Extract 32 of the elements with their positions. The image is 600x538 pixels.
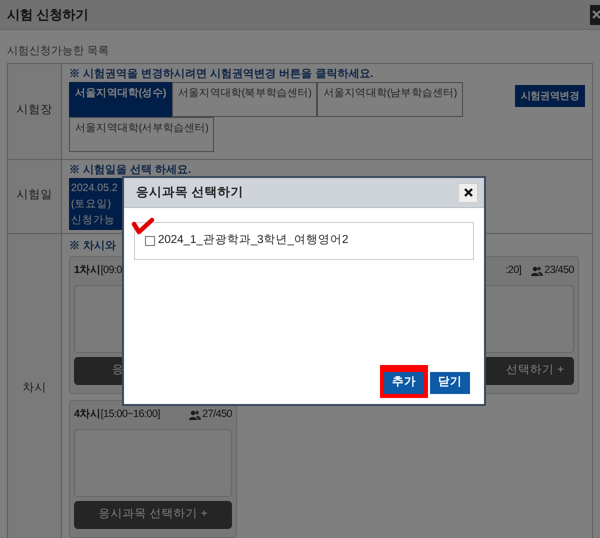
- session-time: :20]: [505, 263, 522, 278]
- button-label: 응: [112, 363, 124, 378]
- dialog-button[interactable]: 추가: [384, 372, 424, 394]
- window-title: 시험 신청하기: [7, 6, 89, 24]
- row-label: 시험장: [8, 64, 62, 158]
- dialog-button[interactable]: 닫기: [430, 372, 470, 394]
- row-label: 차시: [8, 234, 62, 538]
- seat-count: 23/450: [544, 263, 574, 278]
- date-option[interactable]: 2024.05.2 (토요일) 신청가능: [69, 178, 123, 230]
- notice-text: ※ 차시와: [69, 238, 116, 254]
- venue-option[interactable]: 서울지역대학(서부학습센터): [69, 117, 214, 152]
- close-icon[interactable]: [590, 4, 600, 24]
- notice-text: ※ 시험권역을 변경하시려면 시험권역변경 버튼을 클릭하세요.: [69, 66, 374, 82]
- row-label: 시험일: [8, 160, 62, 232]
- dialog-title: 응시과목 선택하기: [136, 184, 244, 202]
- users-icon: [531, 266, 544, 276]
- checkbox[interactable]: [145, 236, 155, 246]
- notice-text: ※ 시험일을 선택 하세요.: [69, 162, 192, 178]
- change-region-button[interactable]: 시험권역변경: [514, 85, 585, 107]
- venue-option[interactable]: 서울지역대학(성수): [69, 82, 172, 117]
- subject-label: 2024_1_관광학과_3학년_여행영어2: [158, 233, 348, 248]
- seat-count: 27/450: [202, 407, 232, 422]
- users-icon: [189, 410, 202, 420]
- close-button[interactable]: [458, 182, 478, 202]
- session-title: 4차시[15:00~16:00]: [74, 407, 160, 422]
- button-label: 선택하기 +: [506, 363, 564, 378]
- session-title: 1차시[09:0: [74, 263, 122, 278]
- close-icon: [464, 188, 472, 197]
- venue-option[interactable]: 서울지역대학(남부학습센터): [317, 82, 463, 117]
- section-label: 시험신청가능한 목록: [7, 44, 110, 59]
- select-subject-button[interactable]: 응시과목 선택하기 +: [74, 501, 232, 529]
- venue-option[interactable]: 서울지역대학(북부학습센터): [172, 82, 318, 117]
